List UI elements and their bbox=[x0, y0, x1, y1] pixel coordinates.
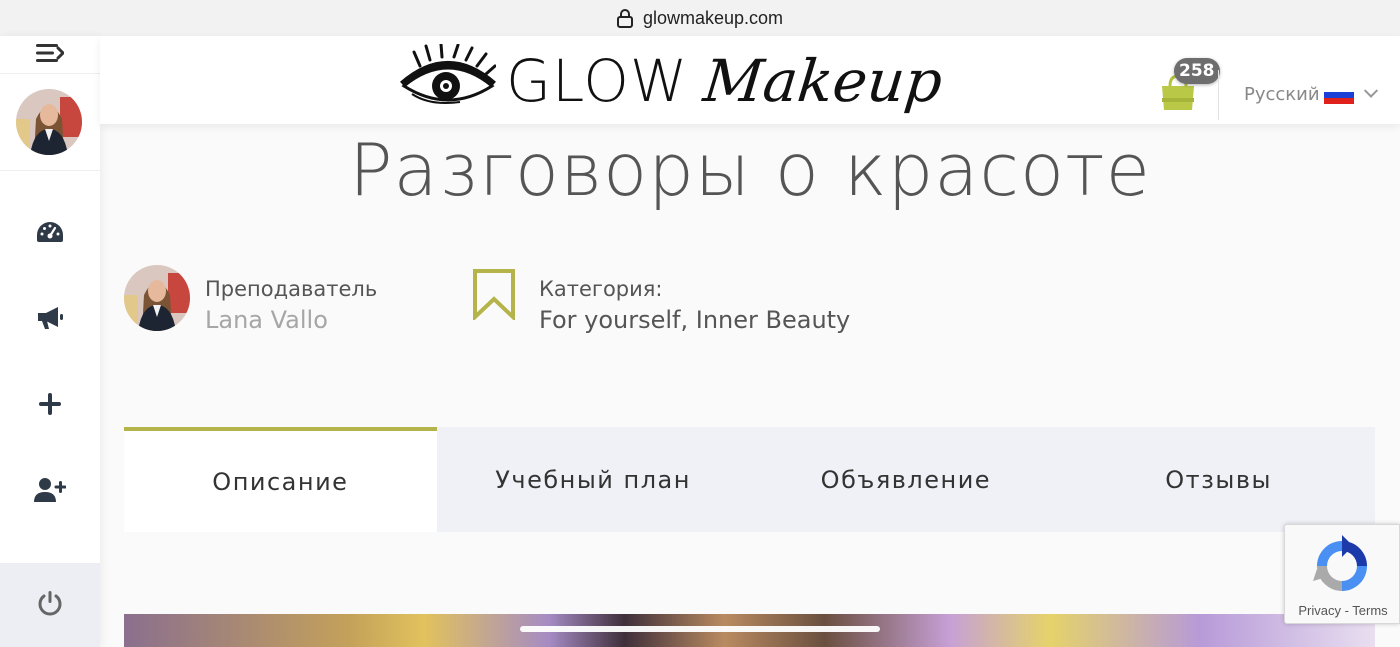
bookmark-icon bbox=[472, 268, 516, 322]
teacher-avatar[interactable] bbox=[124, 265, 190, 331]
header-divider bbox=[1218, 70, 1219, 120]
recaptcha-separator: - bbox=[1340, 603, 1353, 618]
logo-text-glow: GLOW bbox=[506, 47, 689, 115]
teacher-name-link[interactable]: Lana Vallo bbox=[205, 306, 328, 334]
teacher-label: Преподаватель bbox=[205, 277, 378, 301]
category-value[interactable]: For yourself, Inner Beauty bbox=[539, 306, 850, 334]
cart-count-badge: 258 bbox=[1174, 58, 1220, 84]
user-avatar[interactable] bbox=[16, 89, 82, 155]
tab-description[interactable]: Описание bbox=[124, 427, 437, 532]
sidebar-item-add[interactable] bbox=[30, 386, 70, 426]
tab-announcement[interactable]: Объявление bbox=[749, 427, 1063, 532]
recaptcha-links: Privacy - Terms bbox=[1285, 603, 1400, 618]
plus-icon bbox=[38, 392, 62, 420]
logo-text-makeup: Makeup bbox=[700, 47, 946, 115]
category-label: Категория: bbox=[539, 277, 663, 301]
megaphone-icon bbox=[36, 305, 64, 335]
logout-button[interactable] bbox=[0, 563, 100, 647]
sidebar-item-add-user[interactable] bbox=[30, 472, 70, 512]
sidebar bbox=[0, 36, 100, 647]
tab-reviews[interactable]: Отзывы bbox=[1062, 427, 1375, 532]
lock-icon bbox=[616, 8, 633, 28]
menu-icon bbox=[36, 42, 65, 68]
russia-flag-icon bbox=[1323, 85, 1354, 104]
tab-curriculum[interactable]: Учебный план bbox=[436, 427, 750, 532]
browser-url-bar[interactable]: glowmakeup.com bbox=[0, 0, 1400, 36]
menu-toggle-button[interactable] bbox=[0, 36, 100, 74]
course-tabs: Описание Учебный план Объявление Отзывы bbox=[124, 427, 1375, 532]
eye-logo-icon bbox=[400, 42, 497, 118]
url-text: glowmakeup.com bbox=[642, 7, 784, 28]
site-logo[interactable]: GLOW Makeup bbox=[400, 40, 946, 122]
recaptcha-terms-link[interactable]: Terms bbox=[1352, 603, 1387, 618]
recaptcha-privacy-link[interactable]: Privacy bbox=[1298, 603, 1341, 618]
sidebar-divider bbox=[0, 170, 100, 171]
recaptcha-badge[interactable]: Privacy - Terms bbox=[1284, 524, 1400, 624]
language-selector[interactable]: Русский bbox=[1244, 83, 1378, 105]
sidebar-item-announcements[interactable] bbox=[30, 300, 70, 340]
sidebar-item-dashboard[interactable] bbox=[30, 214, 70, 254]
language-label: Русский bbox=[1244, 84, 1320, 105]
add-user-icon bbox=[34, 477, 67, 507]
dashboard-icon bbox=[36, 221, 64, 247]
page-title: Разговоры о красоте bbox=[349, 128, 1151, 212]
chevron-down-icon bbox=[1363, 83, 1378, 98]
recaptcha-icon bbox=[1311, 535, 1373, 597]
site-header: GLOW Makeup 258 Русский bbox=[100, 36, 1400, 124]
power-icon bbox=[37, 590, 63, 620]
shopping-bag-icon bbox=[1158, 74, 1198, 118]
home-indicator[interactable] bbox=[520, 626, 880, 632]
